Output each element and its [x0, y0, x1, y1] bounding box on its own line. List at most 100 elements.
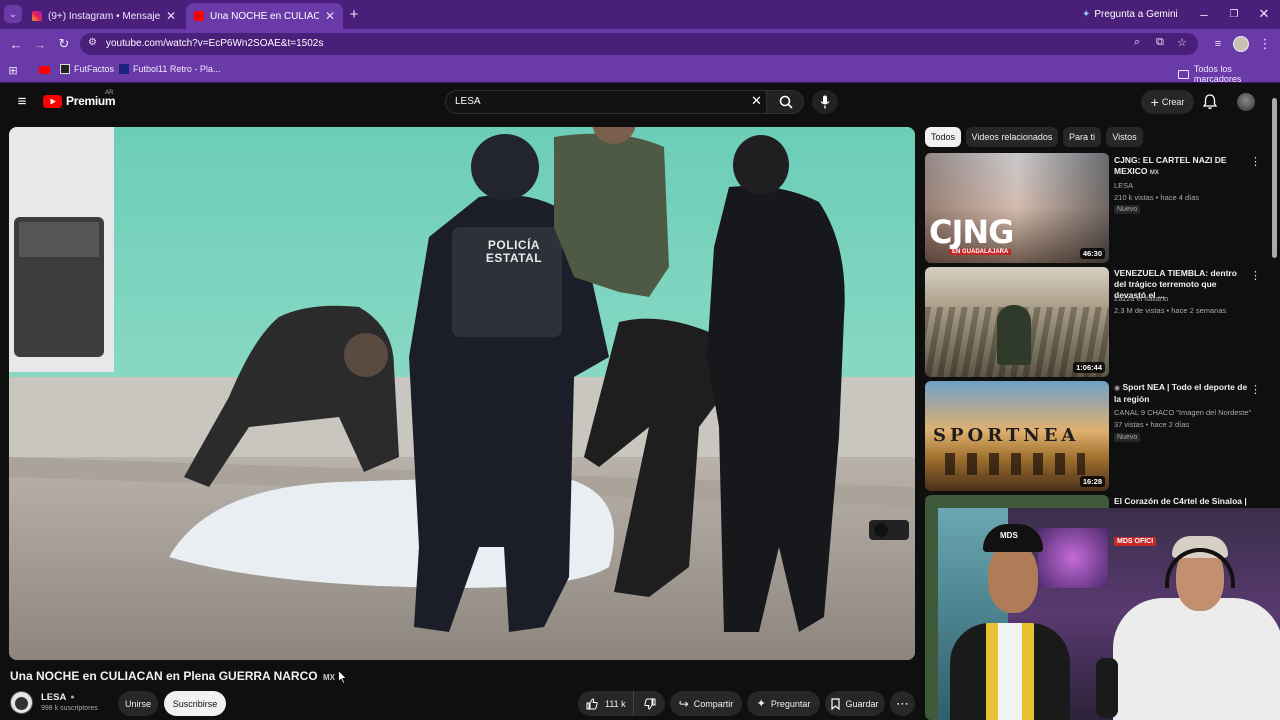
- video-thumbnail[interactable]: SPORTNEA 16:28: [925, 381, 1109, 491]
- gemini-label: Pregunta a Gemini: [1094, 8, 1178, 20]
- tab-search-icon[interactable]: ⌄: [4, 5, 22, 23]
- futbol11-icon: [119, 64, 129, 74]
- search-button[interactable]: [766, 90, 804, 114]
- chip-for-you[interactable]: Para ti: [1063, 127, 1101, 147]
- new-tab-button[interactable]: +: [345, 5, 363, 23]
- subscribe-button[interactable]: Suscribirse: [164, 691, 226, 716]
- search-input[interactable]: LESA ✕: [445, 90, 766, 114]
- more-actions-button[interactable]: ⋯: [890, 691, 915, 716]
- like-count: 111 k: [605, 698, 626, 709]
- video-thumbnail[interactable]: CJNG EN GUADALAJARA 46:30: [925, 153, 1109, 263]
- live-icon: ◉: [1114, 385, 1121, 392]
- chip-related[interactable]: Videos relacionados: [966, 127, 1058, 147]
- zoom-icon[interactable]: ⌕: [1134, 36, 1140, 49]
- premium-label: Premium: [66, 94, 116, 108]
- bookmarks-bar: ⊞ FutFactos Futbol11 Retro - Pla... Todo…: [0, 59, 1280, 84]
- video-title-text: Sport NEA | Todo el deporte de la región: [1114, 382, 1248, 404]
- tab-close-icon[interactable]: ✕: [166, 9, 176, 23]
- sidebar-scrollbar[interactable]: [1272, 98, 1277, 258]
- channel-name[interactable]: LESA: [1114, 180, 1254, 192]
- tab-instagram[interactable]: (9+) Instagram • Mensajes ✕: [24, 3, 184, 29]
- video-title[interactable]: CJNG: EL CARTEL NAZI DE MEXICO MX: [1114, 155, 1249, 179]
- gemini-button[interactable]: ✦ Pregunta a Gemini: [1076, 5, 1184, 23]
- share-button[interactable]: ↪ Compartir: [670, 691, 742, 716]
- video-player[interactable]: POLICÍA ESTATAL: [9, 127, 915, 660]
- chip-watched[interactable]: Vistos: [1106, 127, 1143, 147]
- vest-text-line-2: ESTATAL: [485, 251, 543, 265]
- browser-menu-icon[interactable]: ⋮: [1257, 35, 1273, 53]
- browser-tab-bar: ⌄ (9+) Instagram • Mensajes ✕ Una NOCHE …: [0, 0, 1280, 29]
- video-options-icon[interactable]: ⋮: [1250, 269, 1261, 282]
- create-button[interactable]: + Crear: [1141, 90, 1194, 114]
- chip-all[interactable]: Todos: [925, 127, 961, 147]
- save-button[interactable]: Guardar: [825, 691, 885, 716]
- url-text: youtube.com/watch?v=EcP6Wn2SOAE&t=1502s: [106, 38, 324, 49]
- youtube-logo[interactable]: Premium AR: [43, 90, 116, 108]
- video-title-text: CJNG: EL CARTEL NAZI DE MEXICO: [1114, 155, 1227, 176]
- address-bar[interactable]: ⚙ youtube.com/watch?v=EcP6Wn2SOAE&t=1502…: [80, 33, 1198, 55]
- reload-icon[interactable]: ↻: [55, 35, 73, 53]
- video-title[interactable]: El Corazón de C4rtel de Sinaloa |: [1114, 496, 1249, 507]
- search-query: LESA: [455, 96, 481, 107]
- clear-search-icon[interactable]: ✕: [751, 93, 762, 109]
- youtube-bookmark-icon[interactable]: [39, 66, 50, 74]
- vest-label: POLICÍA ESTATAL: [466, 239, 562, 265]
- country-flag-badge: MX: [322, 673, 335, 682]
- maximize-button[interactable]: ❐: [1226, 5, 1242, 23]
- forward-icon[interactable]: →: [31, 35, 49, 53]
- save-label: Guardar: [845, 698, 879, 709]
- all-bookmarks[interactable]: Todos los marcadores: [1178, 64, 1280, 84]
- profile-avatar[interactable]: [1233, 36, 1249, 52]
- dislike-button[interactable]: [634, 698, 665, 710]
- new-badge: Nuevo: [1114, 433, 1141, 442]
- channel-name[interactable]: Zazza el italiano: [1114, 293, 1254, 305]
- thumbnail-headline: SPORTNEA: [933, 425, 1080, 446]
- video-duration: 16:28: [1079, 476, 1105, 487]
- video-meta: 210 k vistas • hace 4 días: [1114, 193, 1200, 202]
- channel-name[interactable]: CANAL 9 CHACO "Imagen del Nordeste": [1114, 407, 1254, 419]
- video-thumbnail[interactable]: 1:06:44: [925, 267, 1109, 377]
- back-icon[interactable]: ←: [7, 35, 25, 53]
- like-button[interactable]: 111 k: [578, 691, 634, 716]
- reading-list-icon[interactable]: ≡: [1209, 35, 1227, 53]
- bookmark-label: Futbol11 Retro - Pla...: [133, 64, 221, 74]
- webcam-overlay: MDS OFICI MDS: [938, 508, 1280, 720]
- bookmark-futbol11[interactable]: Futbol11 Retro - Pla...: [119, 64, 220, 74]
- bookmark-star-icon[interactable]: ☆: [1177, 36, 1187, 49]
- apps-icon[interactable]: ⊞: [6, 63, 20, 77]
- notifications-icon[interactable]: [1202, 94, 1218, 110]
- tab-label: (9+) Instagram • Mensajes: [48, 10, 160, 22]
- video-title[interactable]: ◉ Sport NEA | Todo el deporte de la regi…: [1114, 382, 1249, 405]
- join-button[interactable]: Unirse: [118, 691, 158, 716]
- site-info-icon[interactable]: ⚙: [88, 37, 97, 48]
- tab-close-icon[interactable]: ✕: [325, 9, 335, 23]
- verified-icon: ●: [70, 694, 75, 701]
- voice-search-button[interactable]: [812, 90, 838, 114]
- video-options-icon[interactable]: ⋮: [1250, 155, 1261, 168]
- video-duration: 1:06:44: [1073, 362, 1105, 373]
- video-meta: 2.3 M de vistas • hace 2 semanas: [1114, 306, 1227, 315]
- account-avatar[interactable]: [1237, 93, 1255, 111]
- video-duration: 46:30: [1079, 248, 1105, 259]
- ask-label: Preguntar: [770, 698, 811, 709]
- tab-youtube[interactable]: Una NOCHE en CULIACAN en P ✕: [186, 3, 343, 29]
- channel-avatar[interactable]: [10, 691, 33, 714]
- search-icon: [779, 95, 793, 109]
- channel-name[interactable]: LESA: [41, 692, 66, 703]
- create-label: Crear: [1161, 97, 1185, 107]
- youtube-icon: [194, 11, 204, 21]
- video-options-icon[interactable]: ⋮: [1250, 383, 1261, 396]
- minimize-button[interactable]: –: [1196, 5, 1212, 23]
- hamburger-menu-icon[interactable]: ≡: [13, 92, 31, 110]
- channel-info[interactable]: LESA ● 998 k suscriptores: [41, 692, 98, 712]
- thumbnail-subtext: EN GUADALAJARA: [949, 249, 1012, 255]
- sparkle-icon: ✦: [756, 698, 766, 710]
- bookmark-futfactos[interactable]: FutFactos: [60, 64, 114, 74]
- share-icon: ↪: [678, 696, 689, 711]
- close-window-button[interactable]: ✕: [1256, 5, 1272, 23]
- instagram-icon: [32, 11, 42, 21]
- ask-button[interactable]: ✦ Preguntar: [747, 691, 820, 716]
- region-label: AR: [105, 90, 114, 96]
- bookmark-icon: [831, 697, 841, 710]
- install-icon[interactable]: ⧉: [1156, 36, 1164, 49]
